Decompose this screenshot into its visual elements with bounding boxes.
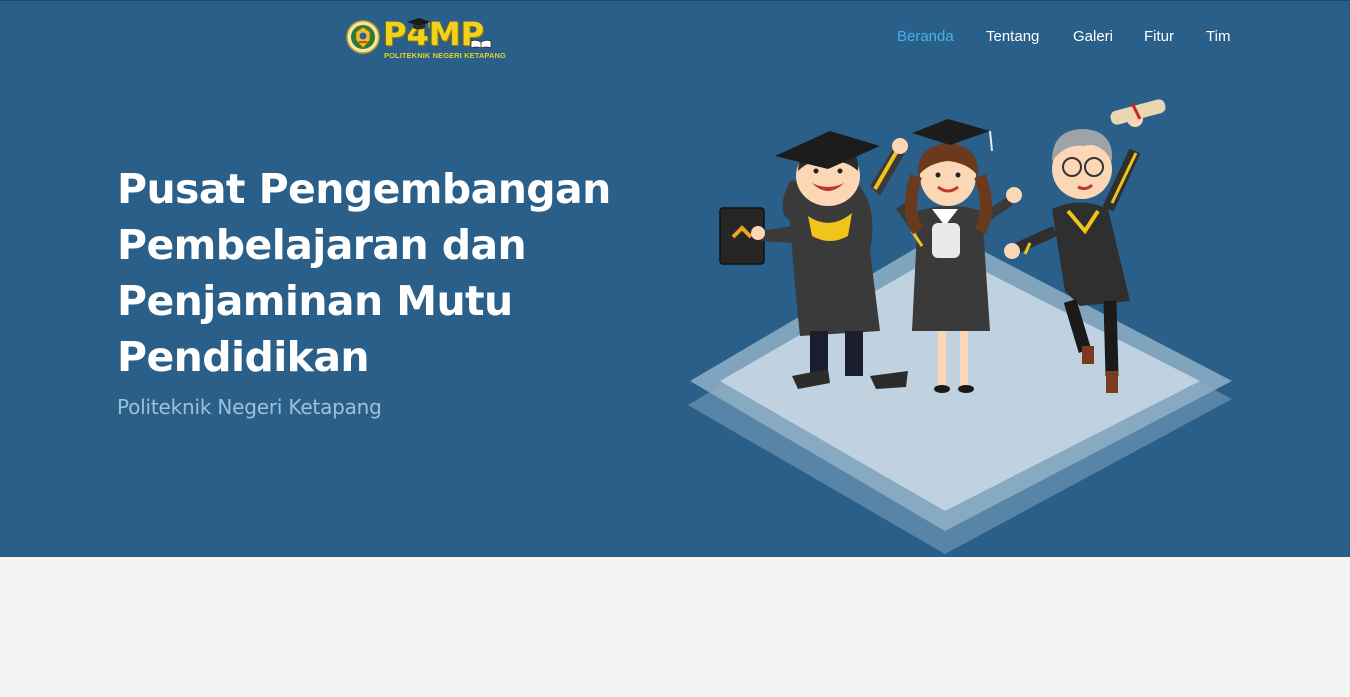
content-section: [0, 557, 1350, 697]
site-logo[interactable]: P4MP POLITEKNIK NEGERI KETAPANG: [346, 15, 506, 60]
nav-item-tim[interactable]: Tim: [1206, 28, 1230, 45]
hero-title: Pusat Pengembangan Pembelajaran dan Penj…: [117, 165, 611, 381]
nav-item-galeri[interactable]: Galeri: [1073, 28, 1113, 45]
nav-item-beranda[interactable]: Beranda: [897, 28, 954, 45]
logo-wordmark: P4MP: [383, 15, 485, 53]
logo-subtitle: POLITEKNIK NEGERI KETAPANG: [384, 51, 506, 60]
open-book-icon: [470, 39, 492, 49]
nav-item-tentang[interactable]: Tentang: [986, 28, 1039, 45]
hero-section: P4MP POLITEKNIK NEGERI KETAPANG Beranda …: [0, 0, 1350, 557]
graduation-cap-icon: [407, 18, 431, 30]
graduates-illustration: [688, 99, 1232, 554]
nav-item-fitur[interactable]: Fitur: [1144, 28, 1174, 45]
hero-subtitle: Politeknik Negeri Ketapang: [117, 395, 382, 419]
campus-emblem-icon: [346, 20, 380, 54]
